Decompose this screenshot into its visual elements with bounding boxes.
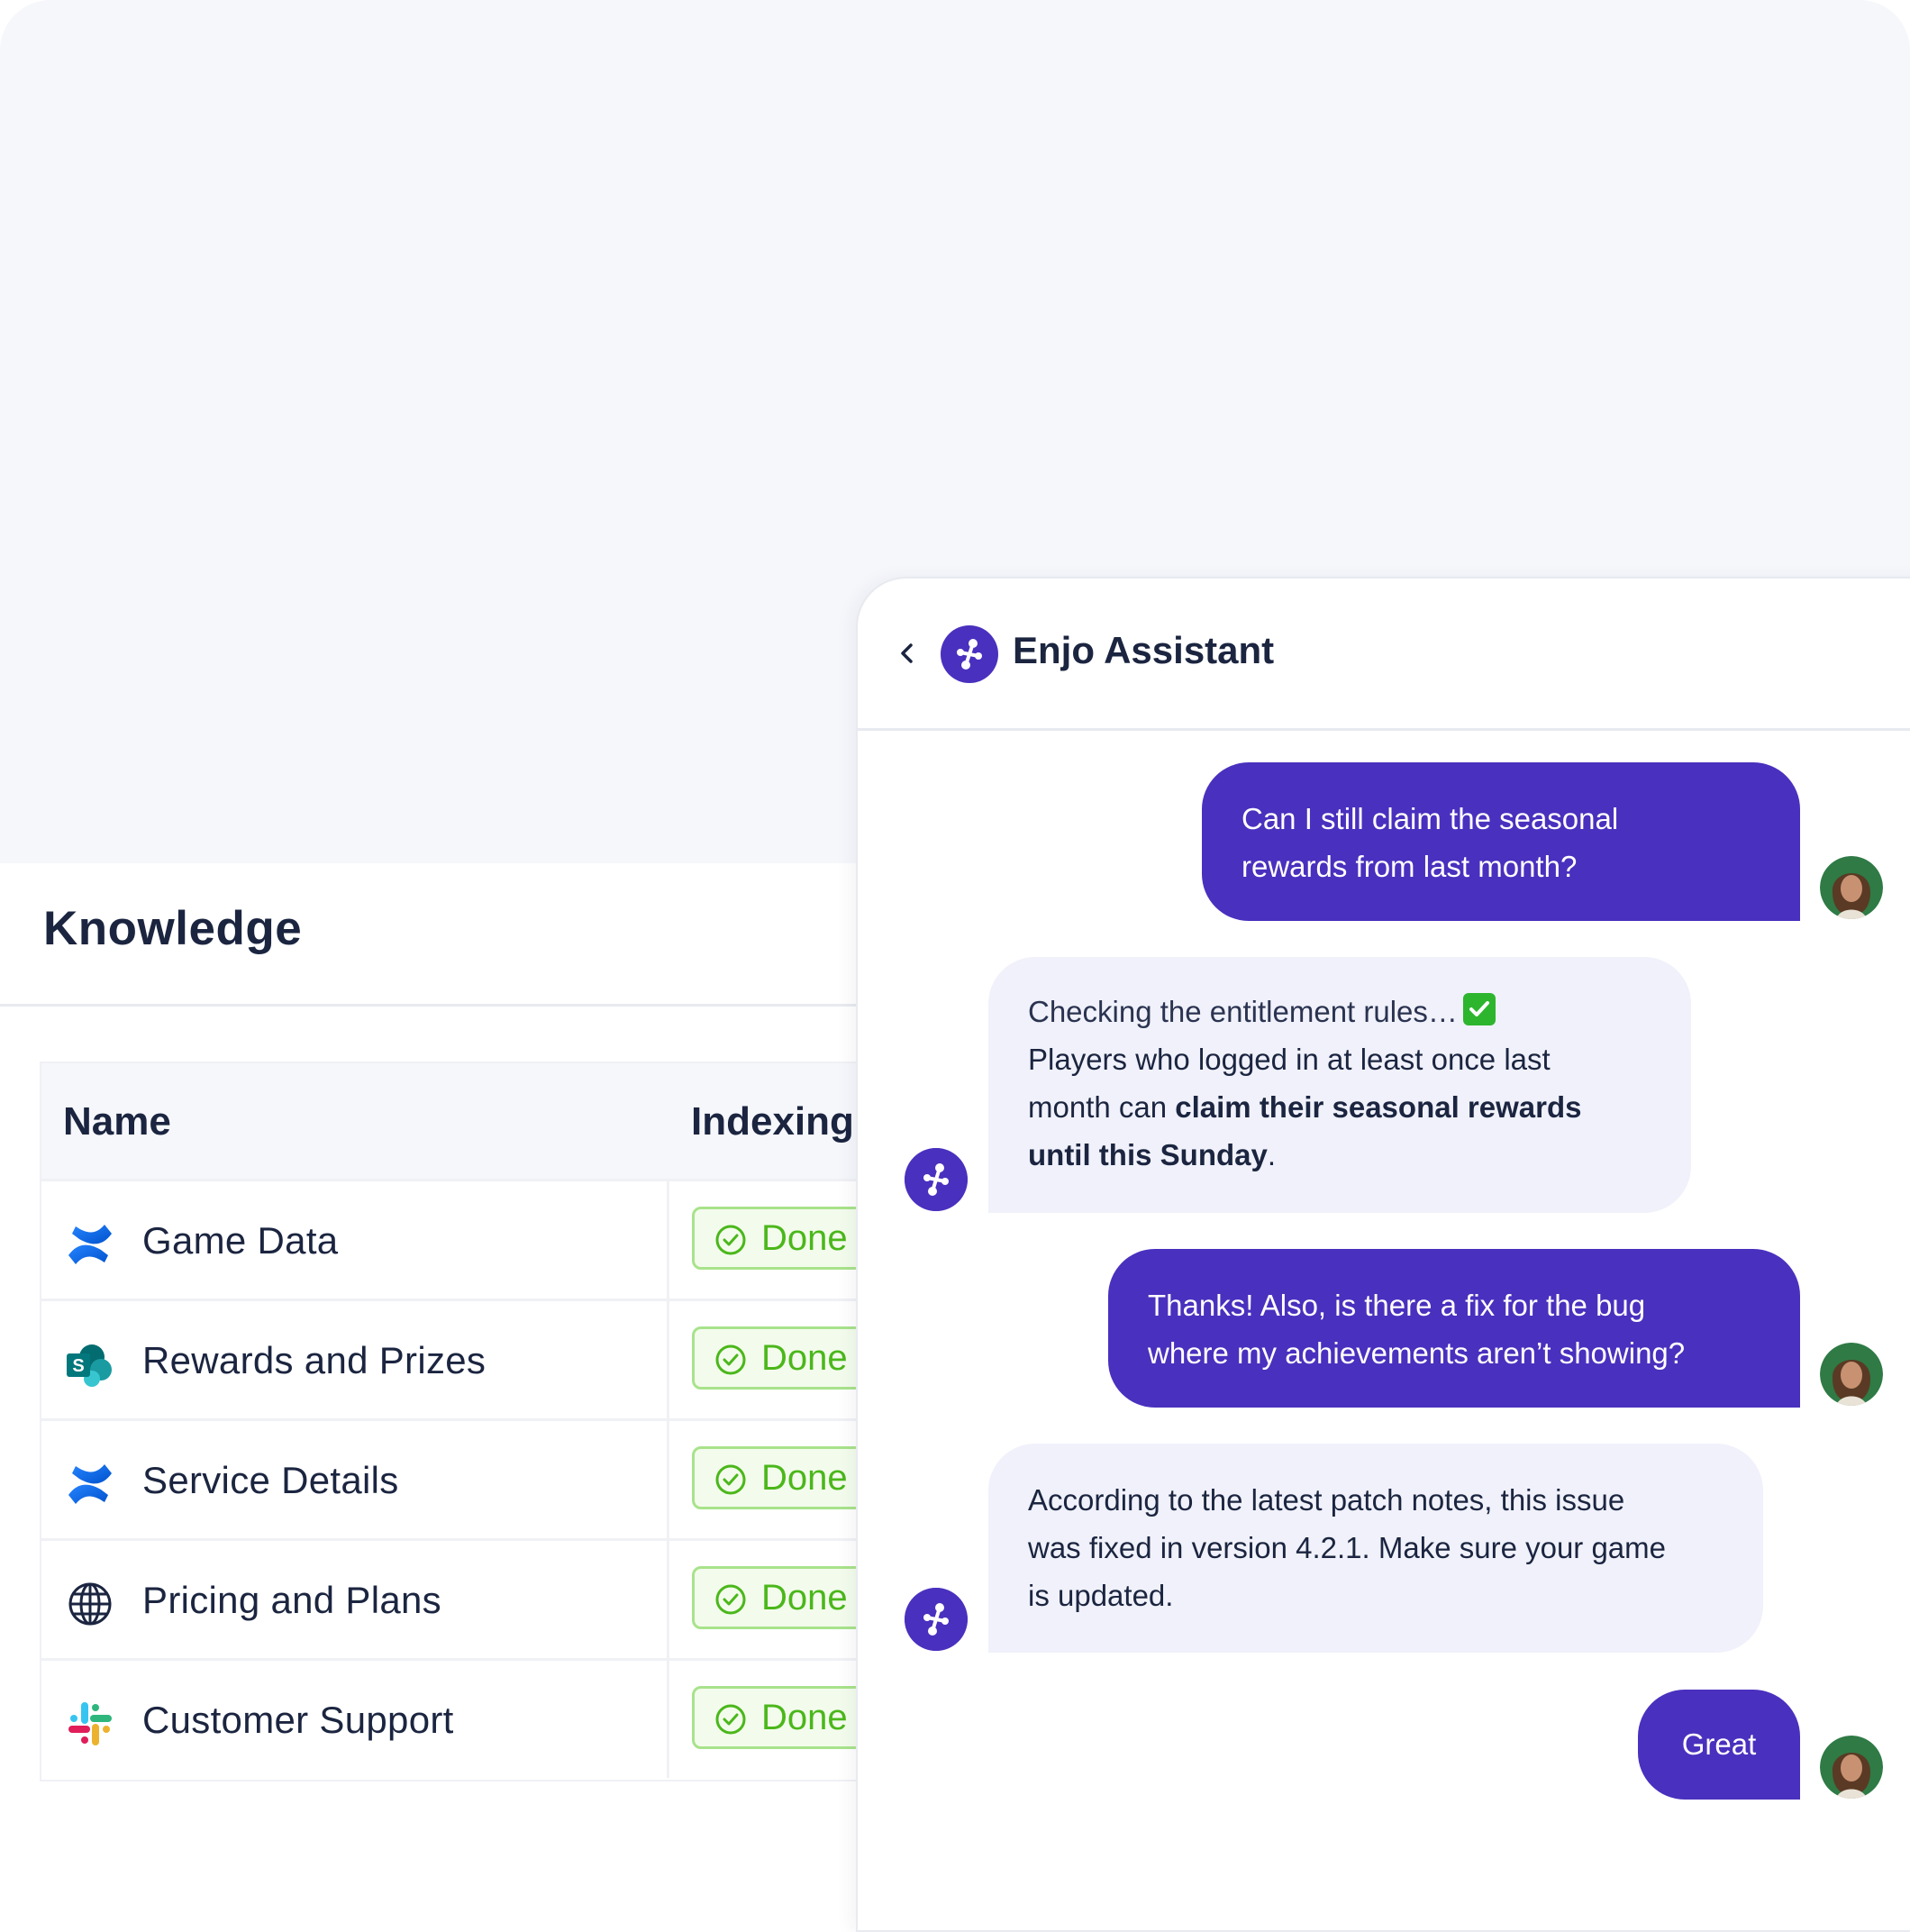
check-circle-icon: [715, 1584, 746, 1615]
row-name: Service Details: [142, 1459, 399, 1501]
assistant-avatar: [905, 1588, 968, 1651]
message-line: was fixed in version 4.2.1. Make sure yo…: [1028, 1531, 1667, 1564]
column-header-indexing[interactable]: Indexing: [691, 1099, 854, 1144]
chat-header: Enjo Assistant: [858, 579, 1910, 731]
table-row[interactable]: Pricing and Plans Done: [41, 1538, 926, 1658]
message-text: .: [1267, 1138, 1277, 1171]
message-bold-text: until this Sunday: [1028, 1138, 1268, 1171]
message-line: Can I still claim the seasonal: [1242, 802, 1619, 835]
status-text: Done: [761, 1218, 848, 1258]
check-circle-icon: [715, 1464, 746, 1495]
table-row[interactable]: Game Data Done: [41, 1179, 926, 1299]
message-line: is updated.: [1028, 1579, 1174, 1612]
confluence-icon: [68, 1464, 112, 1504]
message-line: until this Sunday.: [1028, 1131, 1651, 1179]
message-line: Checking the entitlement rules…: [1028, 988, 1651, 1035]
user-avatar: [1820, 856, 1883, 919]
confluence-icon: [68, 1225, 112, 1264]
status-text: Done: [761, 1698, 848, 1737]
divider: [667, 1421, 669, 1538]
assistant-avatar: [905, 1148, 968, 1211]
check-mark-emoji-icon: [1462, 993, 1496, 1025]
knowledge-table: Name Indexing Game Data Done S Rewards a: [41, 1063, 926, 1780]
divider: [667, 1301, 669, 1418]
divider: [667, 1661, 669, 1778]
assistant-message: According to the latest patch notes, thi…: [988, 1444, 1763, 1653]
column-header-name[interactable]: Name: [63, 1099, 171, 1144]
table-row[interactable]: S Rewards and Prizes Done: [41, 1299, 926, 1418]
message-line: Thanks! Also, is there a fix for the bug: [1148, 1289, 1646, 1322]
row-name: Pricing and Plans: [142, 1579, 441, 1621]
message-line: According to the latest patch notes, thi…: [1028, 1483, 1625, 1517]
status-text: Done: [761, 1338, 848, 1378]
user-message: Great: [1638, 1690, 1800, 1800]
back-chevron-icon[interactable]: [894, 640, 921, 667]
checking-text: Checking the entitlement rules…: [1028, 995, 1458, 1028]
check-circle-icon: [715, 1704, 746, 1735]
assistant-message: Checking the entitlement rules… Players …: [988, 957, 1691, 1213]
check-circle-icon: [715, 1344, 746, 1375]
user-message: Can I still claim the seasonal rewards f…: [1202, 762, 1800, 921]
row-name: Game Data: [142, 1219, 339, 1262]
message-line: where my achievements aren’t showing?: [1148, 1336, 1686, 1370]
enjo-logo-icon: [957, 639, 982, 670]
sharepoint-icon: S: [67, 1344, 112, 1387]
table-row[interactable]: Customer Support Done: [41, 1658, 926, 1778]
user-message: Thanks! Also, is there a fix for the bug…: [1108, 1249, 1800, 1408]
divider: [667, 1541, 669, 1658]
assistant-logo: [941, 625, 998, 683]
slack-icon: [68, 1702, 112, 1745]
assistant-name: Enjo Assistant: [1013, 629, 1275, 671]
table-row[interactable]: Service Details Done: [41, 1418, 926, 1538]
globe-icon: [68, 1582, 112, 1626]
divider: [667, 1181, 669, 1299]
user-avatar: [1820, 1343, 1883, 1406]
svg-text:S: S: [72, 1356, 84, 1376]
message-text: month can: [1028, 1090, 1176, 1124]
status-text: Done: [761, 1578, 848, 1618]
message-bold-text: claim their seasonal rewards: [1175, 1090, 1582, 1124]
user-avatar: [1820, 1736, 1883, 1799]
chat-panel: Enjo Assistant Can I still claim the sea…: [856, 577, 1910, 1932]
page-title: Knowledge: [43, 902, 303, 955]
row-name: Customer Support: [142, 1699, 454, 1741]
status-text: Done: [761, 1458, 848, 1498]
message-line: rewards from last month?: [1242, 850, 1578, 883]
message-line: month can claim their seasonal rewards: [1028, 1083, 1651, 1131]
table-header: Name Indexing: [41, 1063, 865, 1179]
check-circle-icon: [715, 1225, 746, 1255]
row-name: Rewards and Prizes: [142, 1339, 487, 1381]
message-line: Players who logged in at least once last: [1028, 1043, 1551, 1076]
message-line: Great: [1681, 1727, 1757, 1761]
